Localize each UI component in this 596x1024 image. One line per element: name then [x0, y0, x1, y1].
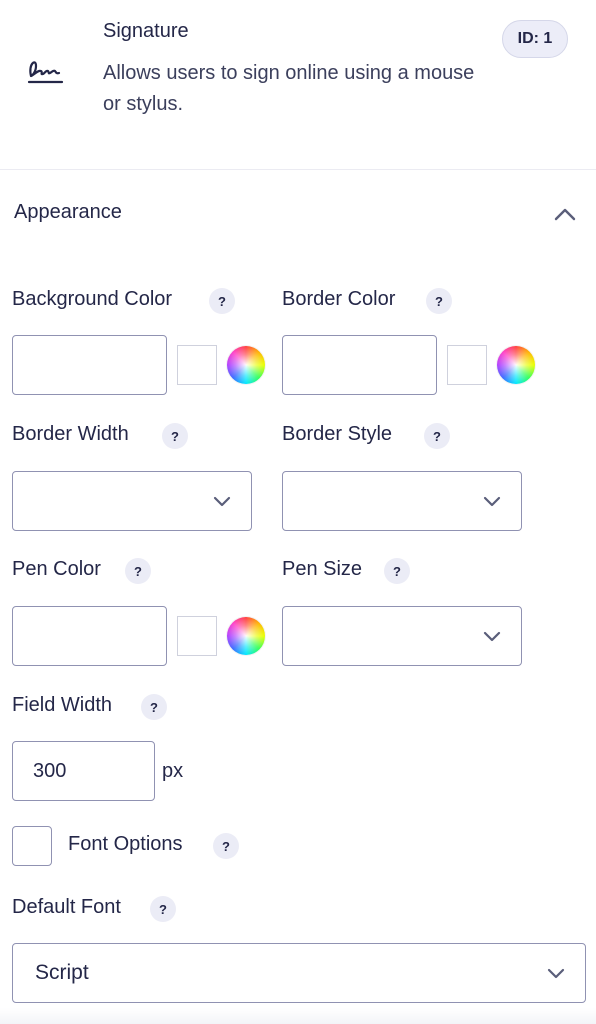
- help-icon[interactable]: ?: [125, 558, 151, 584]
- field-title: Signature: [103, 20, 189, 42]
- color-wheel-icon[interactable]: [227, 346, 265, 384]
- background-color-label: Background Color: [12, 288, 173, 310]
- border-style-select[interactable]: [282, 471, 522, 531]
- pen-color-label: Pen Color: [12, 558, 101, 580]
- chevron-up-icon[interactable]: [553, 204, 577, 224]
- chevron-down-icon: [547, 968, 565, 979]
- field-description: Allows users to sign online using a mous…: [103, 62, 475, 115]
- default-font-label: Default Font: [12, 896, 121, 918]
- help-icon[interactable]: ?: [384, 558, 410, 584]
- pen-size-select[interactable]: [282, 606, 522, 666]
- default-font-value: Script: [35, 961, 89, 984]
- background-color-swatch[interactable]: [177, 345, 217, 385]
- background-color-input[interactable]: [12, 335, 167, 395]
- help-icon[interactable]: ?: [141, 694, 167, 720]
- chevron-down-icon: [483, 496, 501, 507]
- pen-size-label: Pen Size: [282, 558, 363, 580]
- field-header: Signature Allows users to sign online us…: [0, 0, 596, 170]
- help-icon[interactable]: ?: [150, 896, 176, 922]
- help-icon[interactable]: ?: [162, 423, 188, 449]
- default-font-select[interactable]: Script: [12, 943, 586, 1003]
- chevron-down-icon: [213, 496, 231, 507]
- border-width-select[interactable]: [12, 471, 252, 531]
- help-icon[interactable]: ?: [426, 288, 452, 314]
- field-width-unit: px: [162, 760, 184, 782]
- chevron-down-icon: [483, 631, 501, 642]
- signature-icon: [27, 61, 64, 84]
- section-title-appearance[interactable]: Appearance: [14, 201, 122, 224]
- border-color-label: Border Color: [282, 288, 396, 310]
- color-wheel-icon[interactable]: [497, 346, 535, 384]
- color-wheel-icon[interactable]: [227, 617, 265, 655]
- panel-bottom-edge: [0, 1008, 596, 1024]
- border-width-label: Border Width: [12, 423, 129, 445]
- field-id-badge: ID: 1: [502, 20, 568, 58]
- help-icon[interactable]: ?: [424, 423, 450, 449]
- border-color-input[interactable]: [282, 335, 437, 395]
- help-icon[interactable]: ?: [209, 288, 235, 314]
- font-options-checkbox[interactable]: [12, 826, 52, 866]
- field-width-label: Field Width: [12, 694, 113, 716]
- border-color-swatch[interactable]: [447, 345, 487, 385]
- pen-color-swatch[interactable]: [177, 616, 217, 656]
- border-style-label: Border Style: [282, 423, 393, 445]
- pen-color-input[interactable]: [12, 606, 167, 666]
- help-icon[interactable]: ?: [213, 833, 239, 859]
- field-width-input[interactable]: [12, 741, 155, 801]
- font-options-label[interactable]: Font Options: [68, 833, 183, 856]
